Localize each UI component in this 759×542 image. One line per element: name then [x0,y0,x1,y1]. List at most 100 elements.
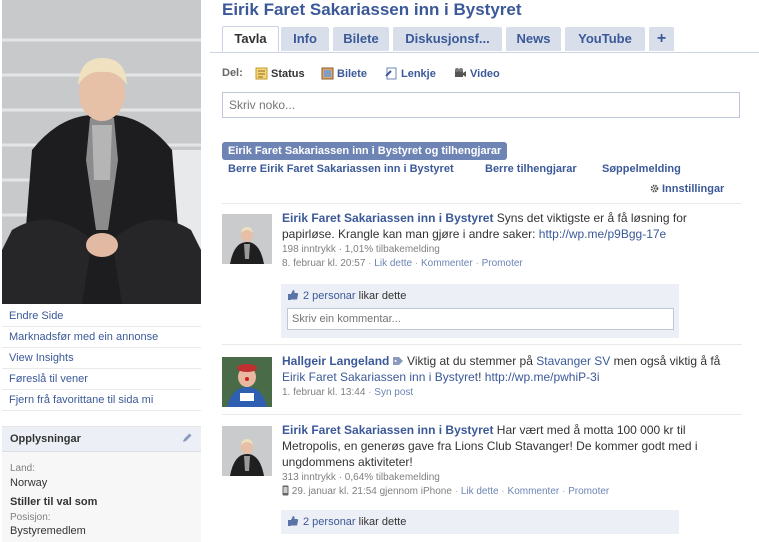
filter-only-page[interactable]: Berre Eirik Faret Sakariassen inn i Byst… [228,163,454,175]
tab-bar: Tavla Info Bilete Diskusjonsf... News Yo… [210,25,759,53]
separator: · [475,258,479,269]
view-post-link[interactable]: Syn post [374,387,413,398]
stiller-title: Stiller til val som [10,496,98,508]
separator: · [562,486,566,497]
info-title: Opplysningar [10,433,81,445]
likes-count-link[interactable]: 2 personar [303,290,356,302]
wall-post: Eirik Faret Sakariassen inn i Bystyret H… [222,423,742,541]
left-column: Endre Side Marknadsfør med ein annonse V… [0,0,203,542]
land-label: Land: [10,463,36,474]
like-link[interactable]: Lik dette [461,486,499,497]
comment-link[interactable]: Kommenter [508,486,560,497]
tab-photos[interactable]: Bilete [333,27,389,51]
post-message-post: ! [478,370,482,384]
video-icon [455,68,466,77]
share-photo-label: Bilete [337,68,367,80]
tab-info[interactable]: Info [281,27,329,51]
filter-spam[interactable]: Søppelmelding [602,163,681,175]
suggest-to-friends-link[interactable]: Føreslå til vener [2,369,201,390]
likes-row: 2 personar likar dette [281,510,679,534]
tab-discussions[interactable]: Diskusjonsf... [393,27,502,51]
post-stats: 198 inntrykk · 1,01% tilbakemelding [282,244,440,255]
link-icon [385,67,397,80]
post-separator [222,344,742,345]
advertise-link[interactable]: Marknadsfør med ein annonse [2,327,201,348]
share-video-button[interactable]: Video [454,67,500,80]
comment-input[interactable] [287,308,674,330]
post-meta: 8. februar kl. 20:57 · Lik dette · Komme… [282,257,742,271]
edit-page-link[interactable]: Endre Side [2,306,201,327]
likes-row: 2 personar likar dette [281,284,679,308]
post-separator [222,414,742,415]
info-header: Opplysningar [2,427,201,452]
post-text: Eirik Faret Sakariassen inn i Bystyret H… [282,422,742,470]
avatar[interactable] [222,214,272,264]
avatar[interactable] [222,426,272,476]
view-insights-link[interactable]: View Insights [2,348,201,369]
post-time: 1. februar kl. 13:44 [282,387,366,398]
status-input[interactable] [222,92,740,118]
like-link[interactable]: Lik dette [374,258,412,269]
share-status-button[interactable]: Status [255,67,305,80]
info-box: Opplysningar Land: Norway Stiller til va… [2,426,201,542]
post-author[interactable]: Eirik Faret Sakariassen inn i Bystyret [282,423,493,437]
profile-picture[interactable] [2,0,201,304]
post-body: Hallgeir Langeland Viktig at du stemmer … [282,353,742,400]
post-stats: 313 inntrykk · 0,64% tilbakemelding [282,472,440,483]
posisjon-value: Bystyremedlem [10,525,86,537]
tab-youtube[interactable]: YouTube [565,27,645,51]
post-author[interactable]: Eirik Faret Sakariassen inn i Bystyret [282,211,493,225]
post-author[interactable]: Hallgeir Langeland [282,354,389,368]
filter-only-fans[interactable]: Berre tilhengjarar [485,163,577,175]
post-link[interactable]: http://wp.me/p9Bgg-17e [539,227,666,241]
add-tab-button[interactable]: + [649,27,674,51]
thumbs-up-icon [288,290,299,300]
tab-wall[interactable]: Tavla [222,26,279,52]
likes-suffix: likar dette [358,516,407,528]
likes-box: 2 personar likar dette [281,284,679,338]
post-meta: 1. februar kl. 13:44 · Syn post [282,386,742,400]
share-photo-button[interactable]: Bilete [321,67,367,80]
pencil-icon[interactable] [181,432,193,444]
promote-link[interactable]: Promoter [568,486,609,497]
share-video-label: Video [470,68,500,80]
mention-stavanger-sv[interactable]: Stavanger SV [536,354,610,368]
likes-box: 2 personar likar dette [281,510,679,534]
share-label: Del: [222,67,243,79]
filter-page-and-fans[interactable]: Eirik Faret Sakariassen inn i Bystyret o… [222,142,508,160]
separator: · [454,486,459,497]
divider [222,203,741,204]
page-admin-links: Endre Side Marknadsfør med ein annonse V… [2,306,201,411]
wall-post: Hallgeir Langeland Viktig at du stemmer … [222,354,742,412]
likes-count-link[interactable]: 2 personar [303,516,356,528]
settings-label: Innstillingar [662,183,725,195]
photo-icon [321,67,334,80]
mention-page[interactable]: Eirik Faret Sakariassen inn i Bystyret [282,370,478,384]
likes-suffix: likar dette [358,290,407,302]
remove-from-favorites-link[interactable]: Fjern frå favorittane til sida mi [2,390,201,411]
post-text: Eirik Faret Sakariassen inn i Bystyret S… [282,210,742,242]
avatar[interactable] [222,357,272,407]
separator: · [368,387,372,398]
iphone-icon [282,485,289,496]
separator: · [368,258,372,269]
separator: · [501,486,505,497]
share-link-label: Lenkje [401,68,436,80]
gear-icon [650,184,659,193]
settings-link[interactable]: Innstillingar [650,183,724,195]
post-time: 8. februar kl. 20:57 [282,258,366,269]
tab-news[interactable]: News [506,27,561,51]
post-text: Hallgeir Langeland Viktig at du stemmer … [282,353,742,385]
posisjon-label: Posisjon: [10,512,51,523]
post-body: Eirik Faret Sakariassen inn i Bystyret S… [282,210,742,271]
post-link[interactable]: http://wp.me/pwhiP-3i [485,370,600,384]
status-icon [255,67,268,80]
post-message-pre: Viktig at du stemmer på [407,354,533,368]
thumbs-up-icon [288,516,299,526]
promote-link[interactable]: Promoter [482,258,523,269]
share-link-button[interactable]: Lenkje [385,67,436,80]
post-time: 29. januar kl. 21:54 gjennom iPhone [291,486,452,497]
post-message-mid: men også viktig å få [613,354,721,368]
comment-link[interactable]: Kommenter [421,258,473,269]
post-body: Eirik Faret Sakariassen inn i Bystyret H… [282,422,742,499]
